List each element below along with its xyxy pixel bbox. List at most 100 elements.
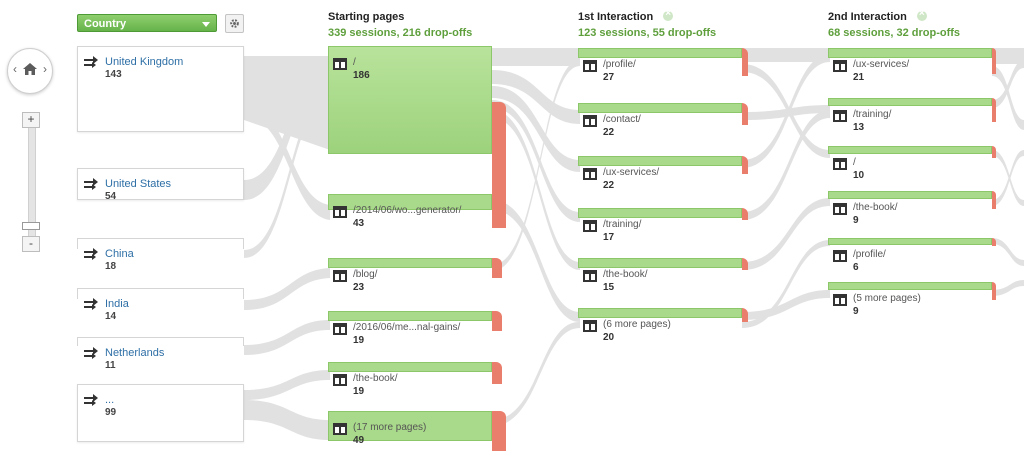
country-sessions: 14 [105,311,117,322]
country-node-united-states[interactable]: United States 54 [77,168,244,202]
page-node[interactable]: /2016/06/me...nal-gains/ 19 [328,311,502,346]
page-path: / [353,57,356,68]
dropoff-bar[interactable] [992,238,996,246]
traffic-bar [828,238,992,245]
dropoff-bar[interactable] [492,362,502,384]
page-node[interactable]: /blog/ 23 [328,258,502,293]
country-name: United States [105,178,172,190]
page-node[interactable]: /profile/ 27 [578,48,748,83]
page-icon [833,203,847,215]
page-node[interactable]: /ux-services/ 22 [578,156,748,191]
page-sessions: 19 [353,386,365,397]
page-node[interactable]: /ux-services/ 21 [828,48,996,83]
page-node[interactable]: /the-book/ 15 [578,258,748,293]
country-sessions: 18 [105,261,117,272]
dropoff-bar[interactable] [992,48,996,74]
traffic-bar [328,311,492,321]
country-node-india[interactable]: India 14 [77,288,244,322]
dropoff-bar[interactable] [992,146,996,158]
page-node[interactable]: (6 more pages) 20 [578,308,748,343]
traffic-bar [828,282,992,290]
traffic-bar [828,98,992,106]
page-node[interactable]: (5 more pages) 9 [828,282,996,317]
page-sessions: 17 [603,232,615,243]
page-node[interactable]: (17 more pages) 49 [328,411,506,451]
dropoff-bar[interactable] [742,308,748,322]
flow-ribbon [244,370,330,400]
pan-left-icon[interactable]: ‹ [13,62,17,76]
country-name: China [105,248,134,260]
country-node-other[interactable]: ... 99 [77,384,244,442]
dimension-select-label: Country [84,18,127,30]
flow-ribbon [492,321,580,426]
traffic-bar [578,103,742,113]
column-header-starting-pages: Starting pages 339 sessions, 216 drop-of… [328,11,472,39]
settings-button[interactable] [225,14,244,33]
page-path: /profile/ [853,249,886,260]
flow-ribbon [992,150,1024,206]
dropoff-bar[interactable] [992,98,996,122]
page-node[interactable]: /the-book/ 9 [828,191,996,226]
dimension-select[interactable]: Country [77,14,217,32]
dropoff-bar[interactable] [992,282,996,300]
page-node[interactable]: /contact/ 22 [578,103,748,138]
page-sessions: 23 [353,282,365,293]
country-name: Netherlands [105,347,165,359]
dropoff-bar[interactable] [742,156,748,174]
dropoff-bar[interactable] [992,191,996,209]
traffic-bar [828,191,992,199]
page-path: /2016/06/me...nal-gains/ [353,322,461,333]
page-sessions: 6 [853,262,859,273]
dropoff-bar[interactable] [742,48,748,76]
flow-ribbon [992,238,1024,266]
page-node[interactable]: /2014/06/wo...generator/ 43 [328,194,506,229]
page-node[interactable]: /training/ 17 [578,208,748,243]
page-node[interactable]: /training/ 13 [828,98,996,133]
home-icon[interactable] [22,61,38,77]
zoom-out-button[interactable]: - [22,236,40,252]
dropoff-bar[interactable] [492,411,506,451]
page-node[interactable]: /profile/ 6 [828,238,996,273]
country-node-china[interactable]: China 18 [77,238,244,272]
page-icon [583,60,597,72]
zoom-slider-handle[interactable] [22,222,40,230]
page-path: /training/ [853,109,892,120]
page-path: (17 more pages) [353,422,427,433]
page-sessions: 21 [853,72,865,83]
traffic-bar [328,362,492,372]
column-header-2nd-interaction: 2nd Interaction 68 sessions, 32 drop-off… [828,8,960,39]
dropoff-bar[interactable] [742,103,748,125]
traffic-bar [828,48,992,58]
page-icon [333,270,347,282]
flow-ribbon [992,66,1024,130]
page-icon [833,110,847,122]
page-path: /ux-services/ [603,167,660,178]
close-icon[interactable] [916,8,927,21]
country-node-united-kingdom[interactable]: United Kingdom 143 [77,46,244,132]
page-path: /the-book/ [353,373,398,384]
traffic-bar [578,258,742,268]
country-node-netherlands[interactable]: Netherlands 11 [77,337,244,371]
page-node[interactable]: / 186 [328,46,506,220]
flow-ribbon [244,268,330,310]
page-icon [583,168,597,180]
column-header-1st-interaction: 1st Interaction 123 sessions, 55 drop-of… [578,8,716,39]
zoom-in-button[interactable]: + [22,112,40,128]
page-path: /the-book/ [853,202,898,213]
page-icon [833,158,847,170]
page-icon [333,58,347,70]
page-node[interactable]: / 10 [828,146,996,181]
flow-ribbon [992,280,1024,296]
dropoff-bar[interactable] [492,311,502,331]
country-sessions: 143 [105,69,122,80]
page-icon [333,206,347,218]
page-sessions: 22 [603,127,615,138]
dropoff-bar[interactable] [492,194,506,228]
page-icon [583,270,597,282]
page-node[interactable]: /the-book/ 19 [328,362,502,397]
traffic-bar [578,208,742,218]
page-icon [333,374,347,386]
dropoff-bar[interactable] [492,258,502,278]
close-icon[interactable] [663,8,674,21]
pan-right-icon[interactable]: › [43,62,47,76]
